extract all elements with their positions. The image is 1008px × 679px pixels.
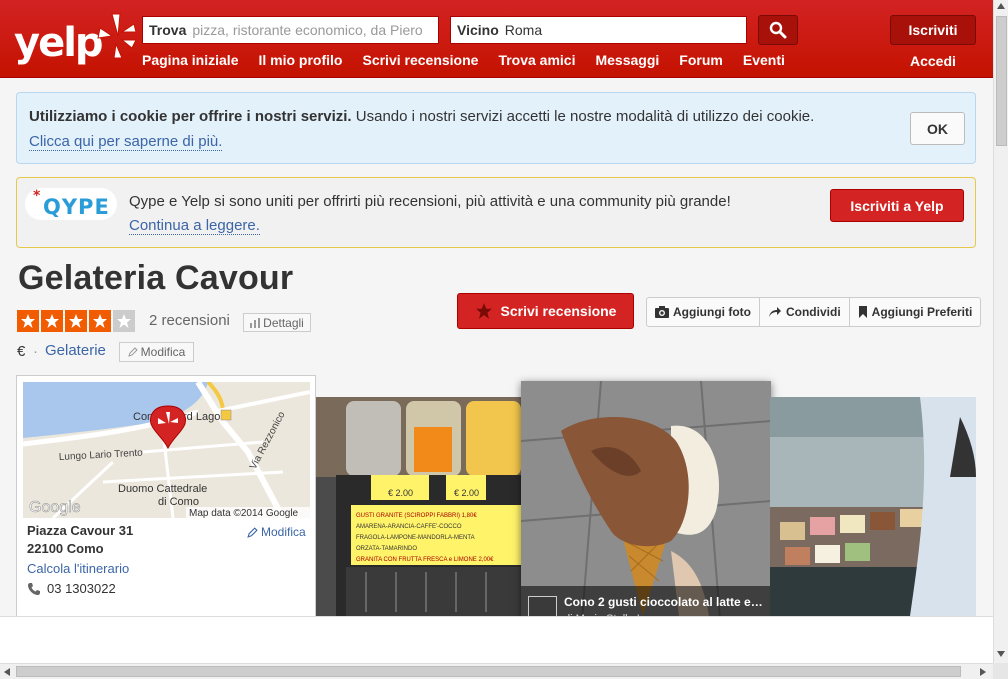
svg-text:rd Lago: rd Lago <box>183 411 220 423</box>
star-empty-icon <box>113 310 135 332</box>
near-location-input[interactable]: Vicino Roma <box>450 16 747 44</box>
main-nav: Pagina iniziale Il mio profilo Scrivi re… <box>142 52 785 68</box>
map-card: Cond rd Lago Lungo Lario Trento Via Rezz… <box>16 375 316 638</box>
business-actions: Aggiungi foto Condividi Aggiungi Preferi… <box>646 297 982 327</box>
signup-yelp-button[interactable]: Iscriviti a Yelp <box>830 189 964 222</box>
write-review-button[interactable]: Scrivi recensione <box>457 293 634 329</box>
svg-text:ORZATA-TAMARINDO: ORZATA-TAMARINDO <box>356 546 417 552</box>
bar-chart-icon <box>250 317 261 328</box>
nav-events[interactable]: Eventi <box>743 52 785 68</box>
svg-text:QYPE: QYPE <box>43 195 110 219</box>
category-link[interactable]: Gelaterie <box>45 342 106 359</box>
bookmark-icon <box>858 306 867 318</box>
cookie-message: Utilizziamo i cookie per offrire i nostr… <box>29 108 815 125</box>
signup-button[interactable]: Iscriviti <box>890 15 976 45</box>
business-photo-featured[interactable]: Cono 2 gusti cioccolato al latte e… di M… <box>521 381 771 632</box>
camera-icon <box>655 306 669 318</box>
nav-profile[interactable]: Il mio profilo <box>258 52 342 68</box>
pencil-icon <box>247 526 258 538</box>
search-icon <box>769 21 787 39</box>
svg-text:di Como: di Como <box>158 496 199 508</box>
svg-text:€ 2.00: € 2.00 <box>388 488 413 498</box>
svg-text:Duomo Cattedrale: Duomo Cattedrale <box>118 483 207 495</box>
scroll-right-icon[interactable] <box>980 668 986 676</box>
add-photo-button[interactable]: Aggiungi foto <box>647 298 760 326</box>
scrollbar-thumb[interactable] <box>996 16 1007 146</box>
scroll-left-icon[interactable] <box>4 668 10 676</box>
pencil-icon <box>127 347 138 357</box>
cookie-banner: Utilizziamo i cookie per offrire i nostr… <box>16 92 976 164</box>
qype-logo: * QYPE <box>25 188 117 220</box>
qype-message: Qype e Yelp si sono uniti per offrirti p… <box>129 193 731 210</box>
star-icon <box>17 310 39 332</box>
nav-find-friends[interactable]: Trova amici <box>498 52 575 68</box>
nav-forum[interactable]: Forum <box>679 52 723 68</box>
svg-text:Map data ©2014 Google: Map data ©2014 Google <box>189 508 299 518</box>
business-photo[interactable]: € 2.00 € 2.00 GUSTI GRANITE (SCIROPPI FA… <box>316 397 522 616</box>
horizontal-scrollbar[interactable] <box>0 663 993 679</box>
price-range: € <box>17 343 26 360</box>
cookie-ok-button[interactable]: OK <box>910 112 965 145</box>
review-count[interactable]: 2 recensioni <box>149 312 230 329</box>
nav-home[interactable]: Pagina iniziale <box>142 52 238 68</box>
share-arrow-icon <box>768 307 781 317</box>
address-line-2: 22100 Como <box>27 541 104 556</box>
star-icon <box>65 310 87 332</box>
page-title: Gelateria Cavour <box>18 259 294 297</box>
vertical-scrollbar[interactable] <box>993 0 1008 663</box>
qype-read-more-link[interactable]: Continua a leggere. <box>129 217 260 235</box>
star-icon <box>89 310 111 332</box>
location-map[interactable]: Cond rd Lago Lungo Lario Trento Via Rezz… <box>23 382 310 518</box>
find-search-input[interactable]: Trova pizza, ristorante economico, da Pi… <box>142 16 439 44</box>
qype-banner: * QYPE Qype e Yelp si sono uniti per off… <box>16 177 976 248</box>
cookie-learn-more-link[interactable]: Clicca qui per saperne di più. <box>29 133 223 151</box>
share-button[interactable]: Condividi <box>760 298 850 326</box>
details-button[interactable]: Dettagli <box>243 313 311 332</box>
edit-category-button[interactable]: Modifica <box>119 342 194 362</box>
scroll-down-icon[interactable] <box>997 651 1005 657</box>
svg-text:AMARENA-ARANCIA-CAFFE'-COCCO: AMARENA-ARANCIA-CAFFE'-COCCO <box>356 524 462 530</box>
svg-text:Google: Google <box>29 499 81 516</box>
nav-write-review[interactable]: Scrivi recensione <box>362 52 478 68</box>
scrollbar-corner <box>993 663 1008 679</box>
yelp-logo[interactable]: yelp <box>14 10 136 68</box>
add-bookmark-button[interactable]: Aggiungi Preferiti <box>850 298 981 326</box>
nav-messages[interactable]: Messaggi <box>595 52 659 68</box>
star-rating <box>17 310 135 332</box>
scroll-up-icon[interactable] <box>997 3 1005 9</box>
scrollbar-thumb[interactable] <box>16 666 961 677</box>
photo-caption-title: Cono 2 gusti cioccolato al latte e… <box>564 595 763 609</box>
yelp-burst-icon <box>97 13 136 59</box>
search-button[interactable] <box>758 15 798 45</box>
directions-link[interactable]: Calcola l'itinerario <box>27 561 129 576</box>
login-link[interactable]: Accedi <box>910 53 956 69</box>
content-bottom <box>0 616 993 663</box>
star-icon <box>41 310 63 332</box>
address-line-1: Piazza Cavour 31 <box>27 523 134 538</box>
svg-text:GUSTI GRANITE (SCIROPPI FABBRI: GUSTI GRANITE (SCIROPPI FABBRI) 1,80€ <box>356 513 477 519</box>
phone-number: 03 1303022 <box>27 581 116 596</box>
site-header: yelp Trova pizza, ristorante economico, … <box>0 0 993 78</box>
svg-text:*: * <box>33 188 41 204</box>
separator-dot: · <box>33 343 38 360</box>
star-icon <box>475 303 492 319</box>
svg-text:€ 2.00: € 2.00 <box>454 488 479 498</box>
svg-text:GRANITA CON FRUTTA FRESCA e LI: GRANITA CON FRUTTA FRESCA e LIMONE 2,00€ <box>356 557 494 563</box>
business-photo[interactable] <box>770 397 976 616</box>
phone-icon <box>28 582 40 595</box>
svg-text:FRAGOLA-LAMPONE-MANDORLA-MENTA: FRAGOLA-LAMPONE-MANDORLA-MENTA <box>356 535 475 541</box>
edit-address-link[interactable]: Modifica <box>247 525 306 539</box>
